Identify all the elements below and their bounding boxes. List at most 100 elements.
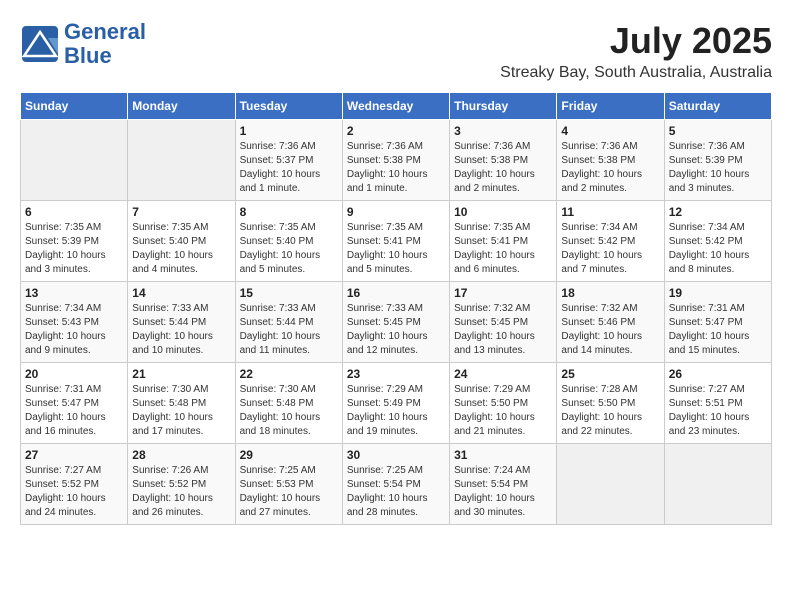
calendar-week-5: 27 Sunrise: 7:27 AM Sunset: 5:52 PM Dayli… <box>21 444 772 525</box>
day-number: 19 <box>669 286 767 300</box>
day-number: 11 <box>561 205 659 219</box>
logo-icon <box>20 24 60 64</box>
calendar-cell: 13Sunrise: 7:34 AM Sunset: 5:43 PM Dayli… <box>21 282 128 363</box>
calendar-cell: 26 Sunrise: 7:27 AM Sunset: 5:51 PM Dayli… <box>664 363 771 444</box>
day-number: 23 <box>347 367 445 381</box>
day-info: Sunrise: 7:27 AM Sunset: 5:51 PM Dayligh… <box>669 383 767 439</box>
calendar-cell: 31 Sunrise: 7:24 AM Sunset: 5:54 PM Dayli… <box>450 444 557 525</box>
day-number: 8 <box>240 205 338 219</box>
day-info: Sunrise: 7:32 AM Sunset: 5:45 PM Dayligh… <box>454 302 552 358</box>
header-wednesday: Wednesday <box>342 93 449 120</box>
day-number: 27 <box>25 448 123 462</box>
day-info: Sunrise: 7:29 AM Sunset: 5:50 PM Dayligh… <box>454 383 552 439</box>
day-number: 12 <box>669 205 767 219</box>
day-info: Sunrise: 7:25 AM Sunset: 5:54 PM Dayligh… <box>347 464 445 520</box>
day-number: 21 <box>132 367 230 381</box>
day-number: 31 <box>454 448 552 462</box>
calendar-cell <box>557 444 664 525</box>
day-number: 7 <box>132 205 230 219</box>
calendar-cell: 29Sunrise: 7:25 AM Sunset: 5:53 PM Dayli… <box>235 444 342 525</box>
day-number: 2 <box>347 124 445 138</box>
calendar-cell: 25 Sunrise: 7:28 AM Sunset: 5:50 PM Dayli… <box>557 363 664 444</box>
day-number: 29 <box>240 448 338 462</box>
day-info: Sunrise: 7:35 AM Sunset: 5:40 PM Dayligh… <box>240 221 338 277</box>
day-info: Sunrise: 7:36 AM Sunset: 5:38 PM Dayligh… <box>561 140 659 196</box>
header-monday: Monday <box>128 93 235 120</box>
calendar-cell: 7 Sunrise: 7:35 AM Sunset: 5:40 PM Daylig… <box>128 201 235 282</box>
day-number: 3 <box>454 124 552 138</box>
day-number: 28 <box>132 448 230 462</box>
day-info: Sunrise: 7:31 AM Sunset: 5:47 PM Dayligh… <box>25 383 123 439</box>
calendar-cell: 2 Sunrise: 7:36 AM Sunset: 5:38 PM Daylig… <box>342 120 449 201</box>
day-info: Sunrise: 7:36 AM Sunset: 5:39 PM Dayligh… <box>669 140 767 196</box>
day-info: Sunrise: 7:30 AM Sunset: 5:48 PM Dayligh… <box>240 383 338 439</box>
day-info: Sunrise: 7:35 AM Sunset: 5:41 PM Dayligh… <box>454 221 552 277</box>
page-header: General Blue July 2025 Streaky Bay, Sout… <box>20 20 772 82</box>
day-info: Sunrise: 7:33 AM Sunset: 5:45 PM Dayligh… <box>347 302 445 358</box>
day-info: Sunrise: 7:36 AM Sunset: 5:38 PM Dayligh… <box>454 140 552 196</box>
calendar-cell: 24Sunrise: 7:29 AM Sunset: 5:50 PM Dayli… <box>450 363 557 444</box>
calendar-cell: 20Sunrise: 7:31 AM Sunset: 5:47 PM Dayli… <box>21 363 128 444</box>
day-number: 26 <box>669 367 767 381</box>
day-number: 25 <box>561 367 659 381</box>
calendar-cell: 18 Sunrise: 7:32 AM Sunset: 5:46 PM Dayli… <box>557 282 664 363</box>
day-info: Sunrise: 7:36 AM Sunset: 5:37 PM Dayligh… <box>240 140 338 196</box>
calendar-body: 1 Sunrise: 7:36 AM Sunset: 5:37 PM Daylig… <box>21 120 772 525</box>
calendar-cell: 21Sunrise: 7:30 AM Sunset: 5:48 PM Dayli… <box>128 363 235 444</box>
calendar-cell: 3 Sunrise: 7:36 AM Sunset: 5:38 PM Daylig… <box>450 120 557 201</box>
day-info: Sunrise: 7:36 AM Sunset: 5:38 PM Dayligh… <box>347 140 445 196</box>
calendar-cell: 12Sunrise: 7:34 AM Sunset: 5:42 PM Dayli… <box>664 201 771 282</box>
title-block: July 2025 Streaky Bay, South Australia, … <box>500 20 772 82</box>
calendar-cell: 8 Sunrise: 7:35 AM Sunset: 5:40 PM Daylig… <box>235 201 342 282</box>
day-info: Sunrise: 7:33 AM Sunset: 5:44 PM Dayligh… <box>240 302 338 358</box>
calendar-cell: 4 Sunrise: 7:36 AM Sunset: 5:38 PM Daylig… <box>557 120 664 201</box>
day-info: Sunrise: 7:32 AM Sunset: 5:46 PM Dayligh… <box>561 302 659 358</box>
day-number: 4 <box>561 124 659 138</box>
calendar-week-1: 1 Sunrise: 7:36 AM Sunset: 5:37 PM Daylig… <box>21 120 772 201</box>
day-number: 5 <box>669 124 767 138</box>
day-info: Sunrise: 7:34 AM Sunset: 5:42 PM Dayligh… <box>561 221 659 277</box>
day-info: Sunrise: 7:28 AM Sunset: 5:50 PM Dayligh… <box>561 383 659 439</box>
calendar-cell: 14Sunrise: 7:33 AM Sunset: 5:44 PM Dayli… <box>128 282 235 363</box>
day-number: 9 <box>347 205 445 219</box>
calendar-cell <box>21 120 128 201</box>
calendar-cell: 10 Sunrise: 7:35 AM Sunset: 5:41 PM Dayli… <box>450 201 557 282</box>
calendar-cell: 23 Sunrise: 7:29 AM Sunset: 5:49 PM Dayli… <box>342 363 449 444</box>
day-number: 30 <box>347 448 445 462</box>
day-number: 17 <box>454 286 552 300</box>
calendar-cell <box>664 444 771 525</box>
day-info: Sunrise: 7:35 AM Sunset: 5:40 PM Dayligh… <box>132 221 230 277</box>
header-saturday: Saturday <box>664 93 771 120</box>
day-number: 13 <box>25 286 123 300</box>
day-info: Sunrise: 7:27 AM Sunset: 5:52 PM Dayligh… <box>25 464 123 520</box>
calendar-cell: 22 Sunrise: 7:30 AM Sunset: 5:48 PM Dayli… <box>235 363 342 444</box>
logo-bottom: Blue <box>64 44 146 68</box>
calendar-cell: 19 Sunrise: 7:31 AM Sunset: 5:47 PM Dayli… <box>664 282 771 363</box>
header-tuesday: Tuesday <box>235 93 342 120</box>
day-number: 16 <box>347 286 445 300</box>
calendar-cell: 15Sunrise: 7:33 AM Sunset: 5:44 PM Dayli… <box>235 282 342 363</box>
day-number: 6 <box>25 205 123 219</box>
header-sunday: Sunday <box>21 93 128 120</box>
day-number: 18 <box>561 286 659 300</box>
calendar-table: Sunday Monday Tuesday Wednesday Thursday… <box>20 92 772 525</box>
calendar-header: Sunday Monday Tuesday Wednesday Thursday… <box>21 93 772 120</box>
logo-top: General <box>64 20 146 44</box>
calendar-week-3: 13Sunrise: 7:34 AM Sunset: 5:43 PM Dayli… <box>21 282 772 363</box>
day-number: 10 <box>454 205 552 219</box>
day-number: 22 <box>240 367 338 381</box>
day-number: 1 <box>240 124 338 138</box>
calendar-cell <box>128 120 235 201</box>
day-info: Sunrise: 7:31 AM Sunset: 5:47 PM Dayligh… <box>669 302 767 358</box>
logo: General Blue <box>20 20 146 68</box>
calendar-cell: 9 Sunrise: 7:35 AM Sunset: 5:41 PM Daylig… <box>342 201 449 282</box>
location-title: Streaky Bay, South Australia, Australia <box>500 64 772 82</box>
day-info: Sunrise: 7:26 AM Sunset: 5:52 PM Dayligh… <box>132 464 230 520</box>
day-info: Sunrise: 7:35 AM Sunset: 5:41 PM Dayligh… <box>347 221 445 277</box>
header-thursday: Thursday <box>450 93 557 120</box>
calendar-cell: 28 Sunrise: 7:26 AM Sunset: 5:52 PM Dayli… <box>128 444 235 525</box>
day-info: Sunrise: 7:24 AM Sunset: 5:54 PM Dayligh… <box>454 464 552 520</box>
day-info: Sunrise: 7:29 AM Sunset: 5:49 PM Dayligh… <box>347 383 445 439</box>
calendar-cell: 16 Sunrise: 7:33 AM Sunset: 5:45 PM Dayli… <box>342 282 449 363</box>
calendar-cell: 27 Sunrise: 7:27 AM Sunset: 5:52 PM Dayli… <box>21 444 128 525</box>
